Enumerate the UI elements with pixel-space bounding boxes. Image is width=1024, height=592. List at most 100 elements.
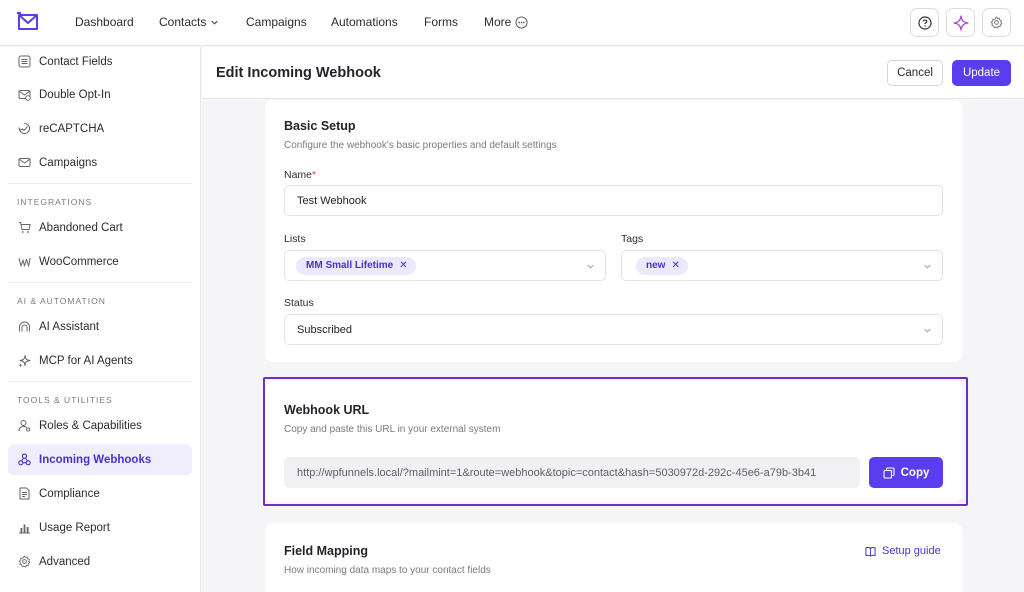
nav-more-label: More xyxy=(484,15,512,29)
lists-select[interactable]: MM Small Lifetime ✕ xyxy=(284,250,606,281)
sidebar-item-roles-capabilities[interactable]: Roles & Capabilities xyxy=(8,410,192,441)
recaptcha-icon xyxy=(18,122,31,135)
list-chip-label: MM Small Lifetime xyxy=(306,260,394,271)
status-select[interactable]: Subscribed xyxy=(284,314,943,345)
tags-select[interactable]: new ✕ xyxy=(621,250,943,281)
list-chip: MM Small Lifetime ✕ xyxy=(296,256,416,275)
lists-label: Lists xyxy=(284,233,306,245)
status-label: Status xyxy=(284,297,314,309)
chevron-down-icon xyxy=(923,326,932,335)
nav-dashboard-label: Dashboard xyxy=(75,15,134,29)
highlight-outline xyxy=(263,377,968,506)
tag-chip-label: new xyxy=(646,260,666,271)
document-icon xyxy=(18,487,31,500)
sidebar-item-label: Campaigns xyxy=(39,156,98,169)
tag-chip: new ✕ xyxy=(636,256,688,275)
sidebar-item-contact-fields[interactable]: Contact Fields xyxy=(8,46,192,77)
basic-setup-subtitle: Configure the webhook's basic properties… xyxy=(284,140,557,151)
sparkle-icon xyxy=(952,14,969,31)
field-mapping-card: Field Mapping How incoming data maps to … xyxy=(265,523,962,592)
nav-forms-label: Forms xyxy=(424,15,458,29)
sidebar-item-campaigns[interactable]: Campaigns xyxy=(8,147,192,178)
nav-automations-label: Automations xyxy=(331,15,398,29)
settings-button[interactable] xyxy=(982,8,1011,37)
sidebar-item-label: Abandoned Cart xyxy=(39,221,123,234)
sparkle-icon xyxy=(18,354,31,367)
sidebar-item-label: Double Opt-In xyxy=(39,88,111,101)
chevron-down-icon xyxy=(210,18,219,27)
sidebar-item-compliance[interactable]: Compliance xyxy=(8,478,192,509)
nav-more[interactable]: More xyxy=(484,15,528,29)
page-header: Edit Incoming Webhook Cancel Update xyxy=(202,47,1024,99)
sidebar-item-label: WooCommerce xyxy=(39,255,119,268)
field-mapping-subtitle: How incoming data maps to your contact f… xyxy=(284,565,491,576)
sidebar-item-woocommerce[interactable]: WooCommerce xyxy=(8,246,192,277)
chevron-down-icon xyxy=(586,262,595,271)
app-logo-icon[interactable] xyxy=(17,12,39,32)
nav-forms[interactable]: Forms xyxy=(424,15,458,29)
mail-check-icon xyxy=(18,88,31,101)
sidebar-item-label: AI Assistant xyxy=(39,320,100,333)
help-button[interactable] xyxy=(910,8,939,37)
nav-campaigns-label: Campaigns xyxy=(246,15,307,29)
sidebar-item-incoming-webhooks[interactable]: Incoming Webhooks xyxy=(8,444,192,475)
webhook-icon xyxy=(18,453,31,466)
sidebar-item-label: Incoming Webhooks xyxy=(39,453,152,466)
name-input-value: Test Webhook xyxy=(297,194,367,207)
help-icon xyxy=(917,15,932,30)
sidebar-item-ai-assistant[interactable]: AI Assistant xyxy=(8,311,192,342)
cancel-button[interactable]: Cancel xyxy=(887,60,943,86)
sidebar-item-label: MCP for AI Agents xyxy=(39,354,133,367)
name-input[interactable]: Test Webhook xyxy=(284,185,943,216)
basic-setup-card: Basic Setup Configure the webhook's basi… xyxy=(265,100,962,362)
sidebar-item-abandoned-cart[interactable]: Abandoned Cart xyxy=(8,212,192,243)
sidebar-item-double-opt-in[interactable]: Double Opt-In xyxy=(8,79,192,110)
nav-contacts[interactable]: Contacts xyxy=(159,15,219,29)
sidebar-section-tools-utilities: TOOLS & UTILITIES xyxy=(17,395,113,405)
name-label: Name* xyxy=(284,169,316,181)
sidebar-item-label: Contact Fields xyxy=(39,55,113,68)
nav-campaigns[interactable]: Campaigns xyxy=(246,15,307,29)
sidebar-item-label: reCAPTCHA xyxy=(39,122,105,135)
cart-icon xyxy=(18,221,31,234)
sidebar-item-label: Compliance xyxy=(39,487,100,500)
sidebar-item-label: Advanced xyxy=(39,555,91,568)
book-icon xyxy=(865,546,876,557)
user-icon xyxy=(18,419,31,432)
tags-label: Tags xyxy=(621,233,644,245)
basic-setup-title: Basic Setup xyxy=(284,119,356,133)
envelope-icon xyxy=(18,156,31,169)
name-label-text: Name xyxy=(284,169,313,181)
gear-icon xyxy=(18,555,31,568)
sidebar-item-advanced[interactable]: Advanced xyxy=(8,546,192,577)
sidebar-item-recaptcha[interactable]: reCAPTCHA xyxy=(8,113,192,144)
status-select-value: Subscribed xyxy=(297,323,353,336)
nav-dashboard[interactable]: Dashboard xyxy=(75,15,134,29)
top-navigation: Dashboard Contacts Campaigns Automations… xyxy=(0,0,1024,46)
ai-sparkle-button[interactable] xyxy=(946,8,975,37)
bar-chart-icon xyxy=(18,521,31,534)
page-title: Edit Incoming Webhook xyxy=(216,65,381,81)
remove-chip-icon[interactable]: ✕ xyxy=(399,260,407,271)
sidebar-divider xyxy=(8,381,192,382)
update-button[interactable]: Update xyxy=(952,60,1011,86)
setup-guide-link[interactable]: Setup guide xyxy=(865,545,941,557)
sidebar-section-integrations: INTEGRATIONS xyxy=(17,197,93,207)
sidebar-section-ai-automation: AI & AUTOMATION xyxy=(17,296,106,306)
field-mapping-title: Field Mapping xyxy=(284,544,369,558)
sidebar-item-usage-report[interactable]: Usage Report xyxy=(8,512,192,543)
setup-guide-label: Setup guide xyxy=(882,545,941,557)
sidebar-item-label: Roles & Capabilities xyxy=(39,419,142,432)
ai-icon xyxy=(18,320,31,333)
settings-sidebar: Contact Fields Double Opt-In reCAPTCHA C… xyxy=(0,47,201,592)
more-dots-icon xyxy=(515,15,528,29)
woo-icon xyxy=(18,255,31,268)
gear-icon xyxy=(990,16,1003,29)
list-icon xyxy=(18,55,31,68)
sidebar-divider xyxy=(8,282,192,283)
remove-chip-icon[interactable]: ✕ xyxy=(671,260,679,271)
sidebar-item-mcp-for-ai-agents[interactable]: MCP for AI Agents xyxy=(8,345,192,376)
sidebar-item-label: Usage Report xyxy=(39,521,110,534)
nav-automations[interactable]: Automations xyxy=(331,15,398,29)
required-marker: * xyxy=(312,169,317,181)
